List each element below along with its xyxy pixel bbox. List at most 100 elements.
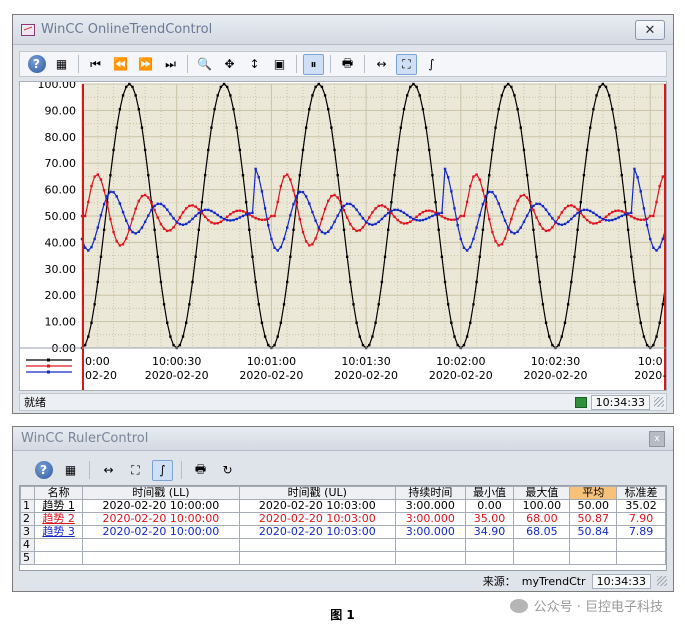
series-point-3 <box>301 190 305 194</box>
column-header[interactable]: 平均 <box>569 486 618 500</box>
series-point-3 <box>428 216 431 219</box>
row-number: 5 <box>20 551 35 565</box>
series-point-3 <box>636 176 639 179</box>
toolbar-separator <box>78 55 79 73</box>
series-point-2 <box>285 173 289 176</box>
series-point-2 <box>320 217 324 221</box>
watermark: 公众号 · 巨控电子科技 <box>509 596 663 615</box>
column-header[interactable]: 时间戳 (LL) <box>82 486 240 500</box>
series-point-2 <box>418 212 421 216</box>
series-point-1 <box>626 228 630 231</box>
series-point-3 <box>355 208 358 211</box>
original-view-button[interactable]: ▣ <box>269 54 290 75</box>
ruler-toolbar: ? ▦ ↔ ⛶ ∫ 🖶 ↻ <box>33 457 238 483</box>
export-button[interactable]: ↻ <box>217 460 238 481</box>
x-tick-time-label: 10:02:00 <box>436 355 485 368</box>
series-point-1 <box>336 174 339 177</box>
series-point-1 <box>585 148 589 152</box>
series-point-3 <box>219 215 223 219</box>
series-point-2 <box>254 216 257 220</box>
zoom-area-button[interactable]: 🔍 <box>194 54 215 75</box>
series-point-3 <box>607 219 611 222</box>
series-point-3 <box>153 204 156 208</box>
series-point-3 <box>200 209 204 213</box>
series-point-2 <box>393 215 396 218</box>
ruler-button[interactable]: ↔ <box>98 460 119 481</box>
series-point-2 <box>472 175 475 178</box>
series-point-1 <box>172 343 175 347</box>
series-point-2 <box>147 196 150 199</box>
series-point-3 <box>383 214 387 218</box>
trend-chart[interactable]: 100.00 90.00 80.00 70.00 60.00 50.00 40.00 30.0… <box>20 82 667 390</box>
help-button[interactable]: ? <box>33 460 54 481</box>
series-point-3 <box>336 214 339 217</box>
series-point-1 <box>405 94 409 97</box>
series-point-3 <box>387 211 390 215</box>
table-row[interactable]: 5 <box>20 551 666 565</box>
series-point-2 <box>551 226 554 229</box>
statistics-button[interactable]: ∫ <box>421 54 442 75</box>
column-header[interactable]: 最小值 <box>464 486 515 500</box>
ruler-resize-grip-icon[interactable] <box>657 576 667 586</box>
zoom-y-button[interactable]: ↕ <box>244 54 265 75</box>
start-stop-button[interactable]: ⏸ <box>303 53 324 75</box>
table-row[interactable]: 1 趋势 1 2020-02-20 10:00:00 2020-02-20 10:03… <box>20 499 666 513</box>
series-point-3 <box>579 209 582 213</box>
series-point-1 <box>128 82 131 86</box>
last-button[interactable]: ⏭ <box>160 54 181 75</box>
series-point-3 <box>342 204 346 208</box>
series-point-3 <box>304 195 308 198</box>
series-point-3 <box>456 223 459 227</box>
trend-chart-area[interactable]: 100.00 90.00 80.00 70.00 60.00 50.00 40.00 30.0… <box>19 81 667 391</box>
trend-close-button[interactable]: ✕ <box>635 20 665 40</box>
series-point-1 <box>424 126 428 129</box>
y-tick-label: 40.00 <box>45 236 77 249</box>
table-row[interactable]: 3 趋势 3 2020-02-20 10:00:00 2020-02-20 10:03… <box>20 525 666 539</box>
series-point-1 <box>440 255 444 258</box>
series-point-3 <box>172 217 175 220</box>
wechat-icon <box>509 598 528 613</box>
table-row[interactable]: 2 趋势 2 2020-02-20 10:00:00 2020-02-20 10:03… <box>20 512 666 526</box>
table-row[interactable]: 4 <box>20 538 666 552</box>
print-button[interactable]: 🖶 <box>190 460 211 481</box>
series-point-3 <box>364 220 368 224</box>
series-point-3 <box>181 223 185 227</box>
move-button[interactable]: ✥ <box>219 54 240 75</box>
column-header[interactable]: 时间戳 (UL) <box>238 486 397 500</box>
column-header[interactable]: 名称 <box>33 486 84 500</box>
next-button[interactable]: ⏩ <box>135 54 156 75</box>
column-header[interactable]: 标准差 <box>616 486 666 500</box>
series-point-2 <box>102 189 106 192</box>
column-header[interactable]: 持续时间 <box>395 486 466 500</box>
series-point-1 <box>260 321 264 324</box>
x-tick-time-label: 10:02:30 <box>531 355 580 368</box>
statistics-button[interactable]: ∫ <box>152 459 173 481</box>
series-point-2 <box>330 194 333 198</box>
print-button[interactable]: 🖶 <box>337 54 358 75</box>
series-point-2 <box>510 217 513 221</box>
series-point-1 <box>320 85 324 89</box>
series-point-1 <box>361 343 365 347</box>
prev-button[interactable]: ⏪ <box>110 54 131 75</box>
series-point-1 <box>184 321 188 324</box>
select-area-button[interactable]: ⛶ <box>125 460 146 481</box>
series-point-1 <box>630 255 633 258</box>
series-point-1 <box>500 94 504 97</box>
column-header[interactable]: 最大值 <box>513 486 571 500</box>
help-button[interactable]: ? <box>26 54 47 75</box>
config-button[interactable]: ▦ <box>51 54 72 75</box>
series-point-2 <box>380 204 384 207</box>
ruler-close-button[interactable]: x <box>649 431 665 447</box>
series-point-1 <box>257 303 260 306</box>
select-area-button[interactable]: ⛶ <box>396 53 417 75</box>
export-icon: ↻ <box>222 463 233 477</box>
config-button[interactable]: ▦ <box>60 460 81 481</box>
table-cell: 35.00 <box>464 512 515 526</box>
resize-grip-icon[interactable] <box>654 397 664 407</box>
config-icon: ▦ <box>55 57 68 71</box>
row-number: 2 <box>20 512 35 526</box>
series-point-1 <box>229 94 232 97</box>
first-button[interactable]: ⏮ <box>85 54 106 75</box>
ruler-button[interactable]: ↔ <box>371 54 392 75</box>
series-point-3 <box>140 226 144 229</box>
